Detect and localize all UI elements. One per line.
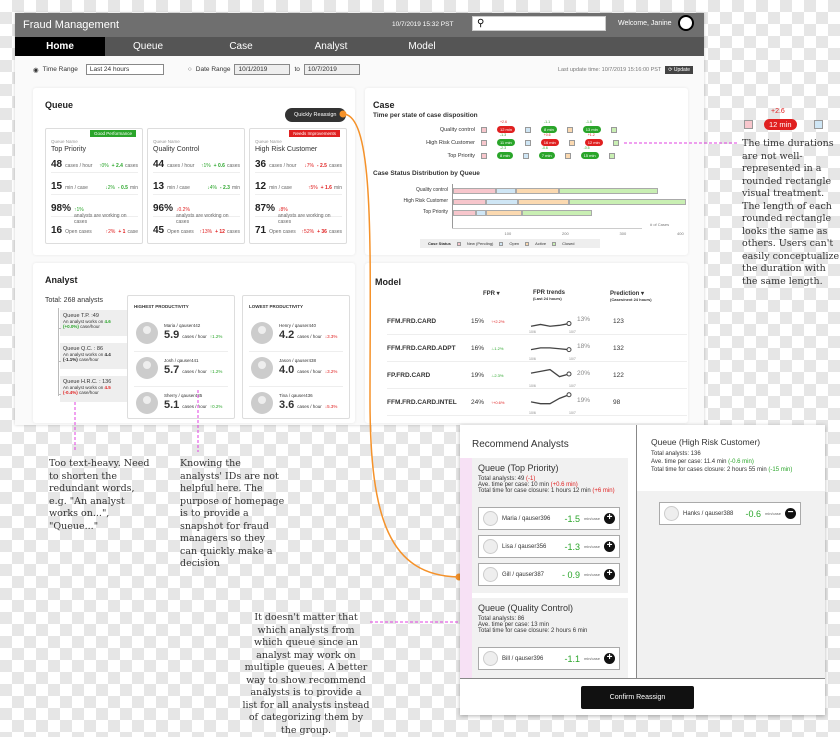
closure-time: Total time for case closure: 1 hours 12 …: [478, 488, 591, 494]
add-analyst-button[interactable]: +: [604, 513, 615, 524]
time-delta: -1.3: [564, 541, 580, 552]
group-title: Queue (Quality Control): [478, 603, 574, 613]
avg-time-delta: (-0.6 min): [728, 459, 754, 465]
time-unit: min/case: [764, 511, 781, 516]
time-unit: min/case: [583, 544, 600, 549]
avg-time: Ave. time per case: 11.4 min: [651, 459, 727, 465]
analyst-name: Gill / qauser387: [502, 571, 545, 578]
state-square: [814, 120, 823, 129]
connector-dot-start: [339, 110, 347, 118]
annotation-3: It doesn't matter that which analysts fr…: [242, 612, 370, 736]
avatar-icon: [483, 567, 498, 582]
avatar-icon: [483, 539, 498, 554]
time-delta: - 0.9: [561, 569, 580, 580]
group-title: Queue (Top Priority): [478, 463, 559, 473]
queue-quality-control-group: Queue (Quality Control) Total analysts: …: [472, 598, 628, 678]
avatar-icon: [483, 651, 498, 666]
total-analysts: Total analysts: 136: [651, 451, 701, 457]
avatar-icon: [483, 511, 498, 526]
add-analyst-button[interactable]: +: [604, 653, 615, 664]
analyst-name: Lisa / qauser356: [502, 543, 547, 550]
closure-time-delta: (+6 min): [592, 488, 615, 494]
time-delta: -1.5: [564, 513, 580, 524]
reassign-connector-line: [342, 113, 459, 578]
recommended-analyst-card: Lisa / qauser356 -1.3 min/case +: [478, 535, 620, 558]
avatar-icon: [664, 506, 679, 521]
add-analyst-button[interactable]: +: [604, 541, 615, 552]
closure-time: Total time for case closure: 2 hours 6 m…: [478, 628, 588, 634]
example-pill: 12 min: [764, 119, 797, 130]
recommend-analysts-modal: Recommend Analysts Queue (Top Priority) …: [460, 425, 825, 715]
analyst-name: Bill / qauser396: [502, 655, 544, 662]
time-delta: -1.1: [564, 653, 580, 664]
closure-time-delta: (-15 min): [768, 467, 793, 473]
recommended-analyst-card: Hanks / qauser388 -0.6 min/case −: [659, 502, 801, 525]
add-analyst-button[interactable]: +: [604, 569, 615, 580]
annotation-1: Too text-heavy. Need to shorten the redu…: [49, 458, 150, 532]
annotation-right: The time durations are not well-represen…: [742, 138, 840, 287]
time-unit: min/case: [583, 656, 600, 661]
time-delta: -0.6: [745, 508, 761, 519]
example-delta: +2.6: [771, 108, 785, 115]
annotation-2: Knowing the analysts' IDs are not helpfu…: [180, 458, 285, 569]
modal-title: Recommend Analysts: [472, 439, 569, 450]
closure-time: Total time for cases closure: 2 hours 55…: [651, 467, 767, 473]
confirm-reassign-button[interactable]: Confirm Reassign: [581, 686, 694, 709]
state-square: [744, 120, 753, 129]
remove-analyst-button[interactable]: −: [785, 508, 796, 519]
footer-divider: [460, 678, 825, 679]
time-unit: min/case: [583, 516, 600, 521]
group-title: Queue (High Risk Customer): [651, 437, 761, 447]
recommended-analyst-card: Bill / qauser396 -1.1 min/case +: [478, 647, 620, 670]
queue-top-priority-group: Queue (Top Priority) Total analysts: 49 …: [472, 458, 628, 593]
highlight-strip: [460, 458, 472, 678]
analyst-name: Maria / qauser396: [502, 515, 551, 522]
queue-hrc-group: Queue (High Risk Customer) Total analyst…: [637, 425, 825, 678]
time-unit: min/case: [583, 572, 600, 577]
analyst-name: Hanks / qauser388: [683, 510, 734, 517]
recommended-analyst-card: Gill / qauser387 - 0.9 min/case +: [478, 563, 620, 586]
recommended-analyst-card: Maria / qauser396 -1.5 min/case +: [478, 507, 620, 530]
